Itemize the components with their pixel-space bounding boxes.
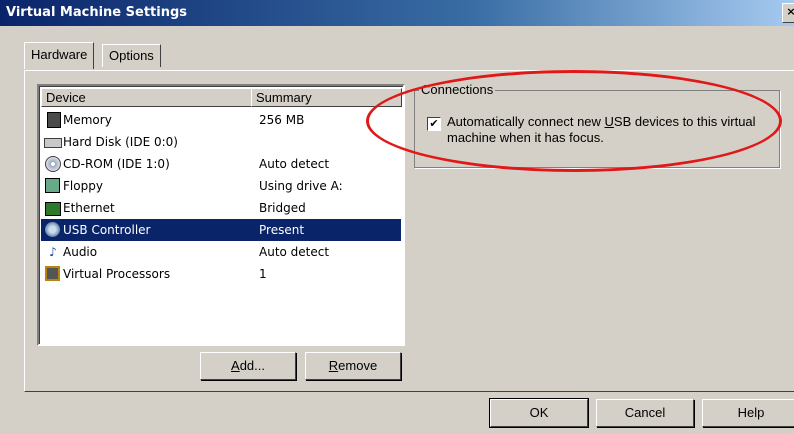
device-summary: Auto detect [259, 157, 330, 171]
title-bar: Virtual Machine Settings × [0, 0, 794, 26]
device-name: Ethernet [63, 201, 115, 215]
device-name: Hard Disk (IDE 0:0) [63, 135, 178, 149]
window-title: Virtual Machine Settings [6, 5, 188, 20]
audio-icon: ♪ [49, 245, 57, 259]
device-summary: Present [259, 223, 305, 237]
device-list-header: Device Summary [41, 88, 402, 107]
connections-legend: Connections [419, 82, 496, 97]
close-icon[interactable]: × [782, 3, 794, 23]
device-name: USB Controller [63, 223, 151, 237]
column-header-device[interactable]: Device [41, 88, 252, 107]
device-name: CD-ROM (IDE 1:0) [63, 157, 170, 171]
memory-icon [47, 112, 61, 128]
device-row-floppy[interactable]: Floppy Using drive A: [41, 175, 401, 197]
remove-button[interactable]: Remove [305, 352, 401, 380]
hard-disk-icon [44, 138, 62, 148]
device-summary: Bridged [259, 201, 306, 215]
device-summary: Using drive A: [259, 179, 343, 193]
device-name: Floppy [63, 179, 103, 193]
ethernet-icon [45, 202, 61, 216]
connections-group: Connections ✔ Automatically connect new … [414, 82, 780, 168]
auto-connect-usb-checkbox[interactable]: ✔ [427, 117, 441, 131]
device-row-hard-disk[interactable]: Hard Disk (IDE 0:0) [41, 131, 401, 153]
device-row-audio[interactable]: ♪ Audio Auto detect [41, 241, 401, 263]
device-row-usb-controller[interactable]: USB Controller Present [41, 219, 401, 241]
auto-connect-usb-label[interactable]: Automatically connect new USB devices to… [447, 114, 767, 146]
device-name: Memory [63, 113, 112, 127]
device-row-cdrom[interactable]: CD-ROM (IDE 1:0) Auto detect [41, 153, 401, 175]
device-row-memory[interactable]: Memory 256 MB [41, 109, 401, 131]
column-header-summary[interactable]: Summary [251, 88, 402, 107]
help-button[interactable]: Help [702, 399, 794, 427]
device-summary: Auto detect [259, 245, 330, 259]
device-summary: 256 MB [259, 113, 305, 127]
floppy-icon [45, 178, 60, 193]
usb-icon [45, 222, 60, 237]
device-name: Audio [63, 245, 98, 259]
device-row-virtual-processors[interactable]: Virtual Processors 1 [41, 263, 401, 285]
device-row-ethernet[interactable]: Ethernet Bridged [41, 197, 401, 219]
device-list[interactable]: Device Summary Memory 256 MB Hard Disk (… [37, 84, 405, 346]
cancel-button[interactable]: Cancel [596, 399, 694, 427]
tab-hardware[interactable]: Hardware [24, 42, 95, 69]
cdrom-icon [45, 156, 61, 172]
processor-icon [45, 266, 60, 281]
device-name: Virtual Processors [63, 267, 171, 281]
device-summary: 1 [259, 267, 267, 281]
tab-options[interactable]: Options [102, 44, 161, 67]
ok-button[interactable]: OK [489, 398, 589, 428]
add-button[interactable]: Add... [200, 352, 296, 380]
